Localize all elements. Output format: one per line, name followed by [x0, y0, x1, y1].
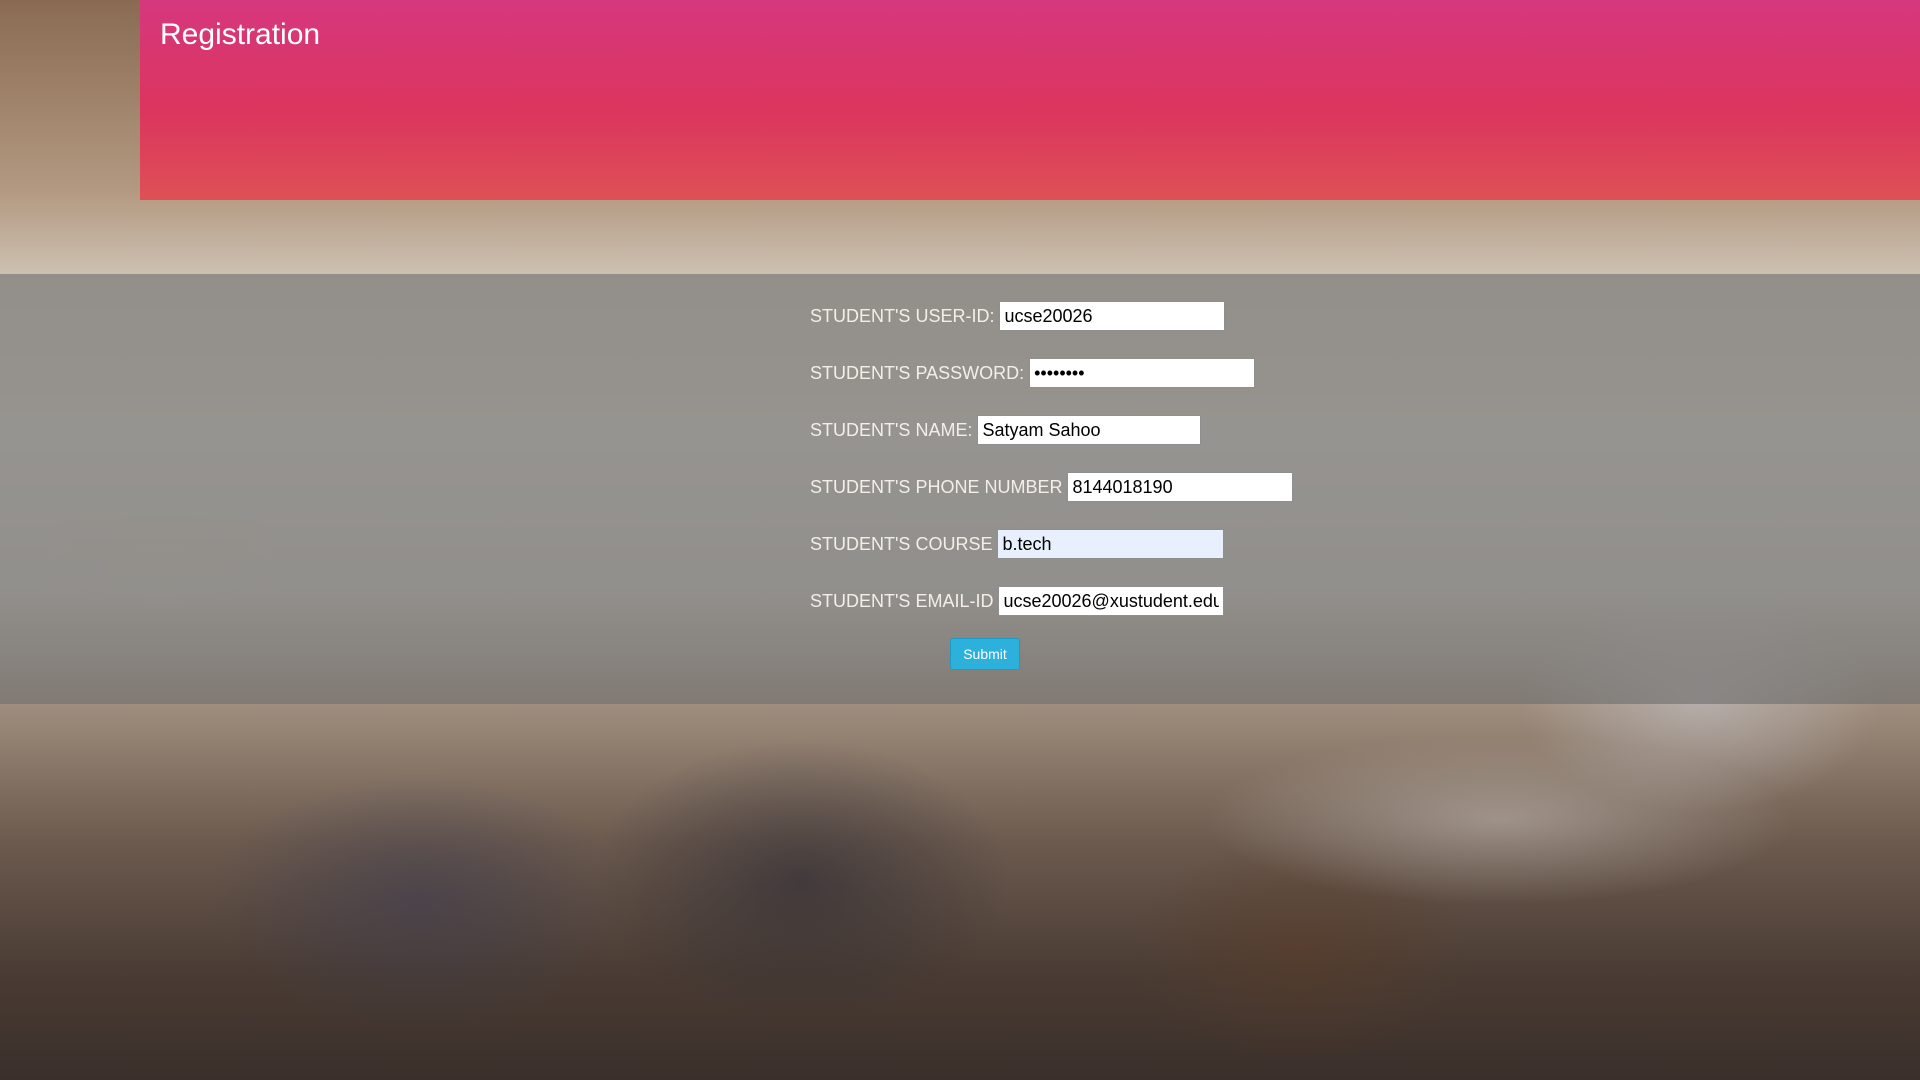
registration-form: STUDENT'S USER-ID: STUDENT'S PASSWORD: S… — [810, 300, 1294, 670]
submit-button[interactable]: Submit — [950, 638, 1020, 670]
phone-row: STUDENT'S PHONE NUMBER — [810, 471, 1294, 503]
phone-label: STUDENT'S PHONE NUMBER — [810, 476, 1063, 497]
user-id-row: STUDENT'S USER-ID: — [810, 300, 1293, 332]
submit-wrap: Submit — [810, 638, 1293, 670]
password-label: STUDENT'S PASSWORD: — [810, 362, 1025, 383]
user-id-input[interactable] — [999, 301, 1226, 331]
password-row: STUDENT'S PASSWORD: — [810, 357, 1293, 389]
email-label: STUDENT'S EMAIL-ID — [810, 590, 994, 611]
course-label: STUDENT'S COURSE — [810, 533, 993, 554]
password-input[interactable] — [1029, 358, 1256, 388]
phone-input[interactable] — [1067, 472, 1294, 502]
course-input[interactable] — [997, 529, 1225, 559]
email-row: STUDENT'S EMAIL-ID — [810, 585, 1293, 617]
course-row: STUDENT'S COURSE — [810, 528, 1293, 560]
user-id-label: STUDENT'S USER-ID: — [810, 305, 995, 326]
name-input[interactable] — [977, 415, 1202, 445]
name-row: STUDENT'S NAME: — [810, 414, 1293, 446]
page-title: Registration — [160, 18, 321, 51]
registration-header: Registration — [140, 0, 1920, 200]
name-label: STUDENT'S NAME: — [810, 419, 973, 440]
email-input[interactable] — [998, 586, 1225, 616]
registration-form-panel: STUDENT'S USER-ID: STUDENT'S PASSWORD: S… — [0, 274, 1920, 704]
